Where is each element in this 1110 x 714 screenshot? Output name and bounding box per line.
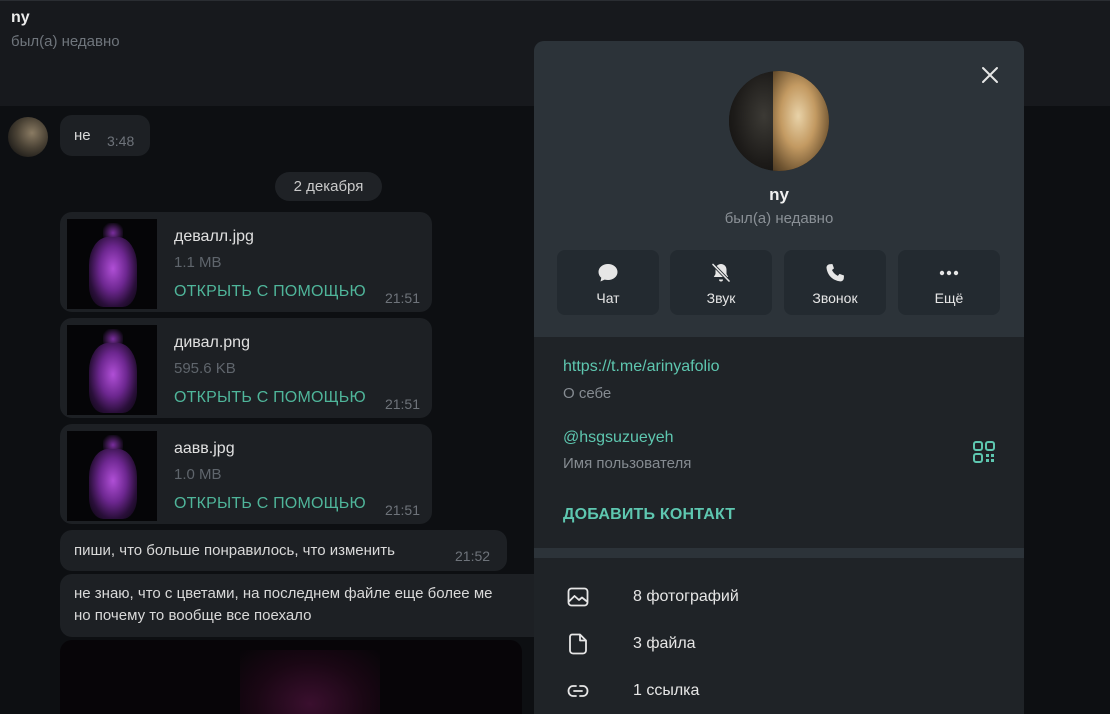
chat-status: был(а) недавно — [11, 33, 120, 50]
file-size: 1.1 MB — [174, 254, 222, 271]
file-message[interactable]: девалл.jpg 1.1 MB ОТКРЫТЬ С ПОМОЩЬЮ 21:5… — [60, 212, 432, 312]
message-time: 21:51 — [384, 396, 420, 412]
file-icon — [569, 633, 587, 655]
file-size: 1.0 MB — [174, 466, 222, 483]
message-bubble[interactable]: пиши, что больше понравилось, что измени… — [60, 530, 507, 571]
bio-link[interactable]: https://t.me/arinyafolio — [563, 358, 720, 376]
more-button-label: Ещё — [934, 290, 964, 306]
message-time: 21:51 — [384, 502, 420, 518]
add-contact-button[interactable]: ДОБАВИТЬ КОНТАКТ — [563, 506, 735, 524]
username-caption: Имя пользователя — [563, 455, 692, 472]
more-button[interactable]: Ещё — [898, 250, 1000, 315]
media-files-label: 3 файла — [633, 635, 696, 652]
image-message[interactable] — [60, 640, 522, 714]
media-links-label: 1 ссылка — [633, 682, 700, 699]
chat-title: ny — [11, 9, 30, 26]
chat-button[interactable]: Чат — [557, 250, 659, 315]
file-size: 595.6 KB — [174, 360, 236, 377]
bell-off-icon — [711, 263, 731, 283]
file-thumbnail[interactable] — [67, 431, 157, 521]
section-divider — [534, 548, 1024, 558]
message-bubble[interactable]: не знаю, что с цветами, на последнем фай… — [60, 574, 560, 637]
open-with-button[interactable]: ОТКРЫТЬ С ПОМОЩЬЮ — [174, 283, 366, 301]
bio-caption: О себе — [563, 385, 612, 402]
profile-name: ny — [769, 185, 789, 204]
photo-icon — [567, 587, 589, 607]
file-message[interactable]: аавв.jpg 1.0 MB ОТКРЫТЬ С ПОМОЩЬЮ 21:51 — [60, 424, 432, 524]
media-photos-row[interactable]: 8 фотографий — [534, 574, 1024, 620]
message-text: не — [74, 127, 91, 144]
link-icon — [567, 685, 589, 697]
mute-button-label: Звук — [706, 290, 736, 306]
profile-panel: ny был(а) недавно Чат Звук Звонок Ещё ht… — [534, 41, 1024, 714]
message-time: 21:52 — [455, 548, 491, 564]
date-divider: 2 декабря — [275, 172, 382, 201]
message-time: 21:51 — [384, 290, 420, 306]
profile-status: был(а) недавно — [724, 210, 834, 227]
media-photos-label: 8 фотографий — [633, 588, 739, 605]
close-icon[interactable] — [978, 63, 1002, 87]
chat-icon — [598, 264, 618, 282]
media-links-row[interactable]: 1 ссылка — [534, 668, 1024, 714]
more-icon — [939, 270, 959, 276]
message-bubble[interactable]: не 3:48 — [60, 115, 150, 156]
media-files-row[interactable]: 3 файла — [534, 621, 1024, 667]
message-text-line: не знаю, что с цветами, на последнем фай… — [74, 585, 493, 602]
message-time: 3:48 — [107, 133, 135, 149]
message-text-line: но почему то вообще все поехало — [74, 607, 312, 624]
file-name: девалл.jpg — [174, 228, 254, 245]
avatar[interactable] — [8, 117, 48, 157]
profile-avatar[interactable] — [729, 71, 829, 171]
mute-button[interactable]: Звук — [670, 250, 772, 315]
message-text: пиши, что больше понравилось, что измени… — [74, 542, 395, 559]
file-message[interactable]: дивал.png 595.6 KB ОТКРЫТЬ С ПОМОЩЬЮ 21:… — [60, 318, 432, 418]
open-with-button[interactable]: ОТКРЫТЬ С ПОМОЩЬЮ — [174, 389, 366, 407]
chat-button-label: Чат — [596, 290, 620, 306]
file-name: дивал.png — [174, 334, 250, 351]
username-link[interactable]: @hsgsuzueyeh — [563, 429, 674, 447]
file-thumbnail[interactable] — [67, 219, 157, 309]
qr-code-icon[interactable] — [973, 441, 995, 463]
call-button[interactable]: Звонок — [784, 250, 886, 315]
call-button-label: Звонок — [812, 290, 858, 306]
phone-icon — [826, 264, 844, 282]
file-thumbnail[interactable] — [67, 325, 157, 415]
file-name: аавв.jpg — [174, 440, 235, 457]
open-with-button[interactable]: ОТКРЫТЬ С ПОМОЩЬЮ — [174, 495, 366, 513]
